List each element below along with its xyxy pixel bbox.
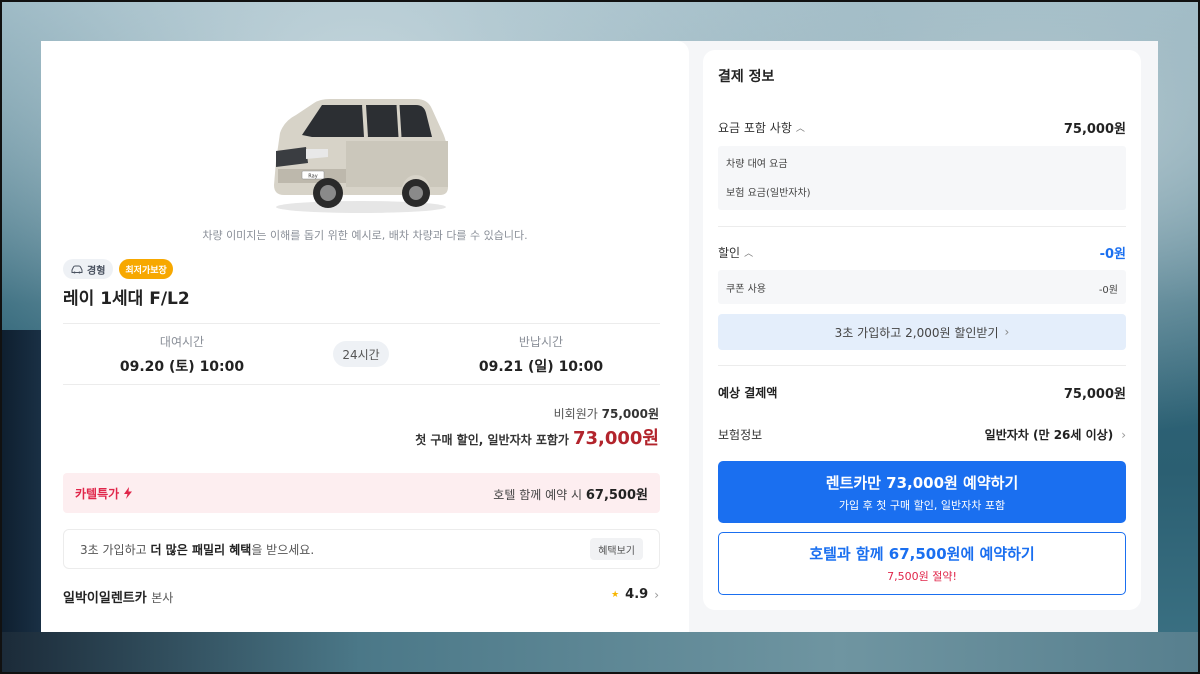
book-rental-main: 렌트카만 73,000원 예약하기 bbox=[825, 473, 1019, 492]
cartel-label-group: 카텔특가 bbox=[75, 485, 133, 502]
family-text-bold: 더 많은 패밀리 혜택 bbox=[150, 542, 252, 557]
chevron-right-icon: › bbox=[654, 587, 659, 602]
insurance-value: 일반자차 (만 26세 이상) bbox=[984, 428, 1114, 442]
estimated-value: 75,000원 bbox=[1063, 387, 1126, 402]
family-text-pre: 3초 가입하고 bbox=[80, 542, 151, 557]
hotel-bundle-text: 호텔 함께 예약 시 bbox=[493, 487, 583, 502]
insurance-row[interactable]: 보험정보 일반자차 (만 26세 이상) › bbox=[718, 426, 1126, 443]
discount-label: 할인 bbox=[718, 246, 741, 260]
view-benefits-button[interactable]: 혜택보기 bbox=[590, 538, 643, 560]
included-items-box: 차량 대여 요금 보험 요금(일반자차) bbox=[718, 146, 1126, 210]
image-disclaimer: 차량 이미지는 이해를 돕기 위한 예시로, 배차 차량과 다를 수 있습니다. bbox=[202, 229, 528, 242]
hotel-bundle-price: 호텔 함께 예약 시 67,500원 bbox=[493, 484, 648, 503]
insurance-value-group: 일반자차 (만 26세 이상) › bbox=[985, 426, 1126, 443]
family-text-post: 을 받으세요. bbox=[251, 542, 315, 557]
return-value: 09.21 (일) 10:00 bbox=[478, 359, 604, 375]
coupon-value: -0원 bbox=[1098, 285, 1118, 296]
included-items-row[interactable]: 요금 포함 사항 ︿ 75,000원 bbox=[718, 118, 1126, 137]
first-purchase-value: 73,000원 bbox=[572, 428, 659, 449]
rental-duration-badge: 24시간 bbox=[333, 341, 389, 367]
cartel-special-banner[interactable]: 카텔특가 호텔 함께 예약 시 67,500원 bbox=[63, 473, 660, 513]
estimated-total-row: 예상 결제액 75,000원 bbox=[718, 383, 1126, 402]
book-hotel-sub: 7,500원 절약! bbox=[887, 570, 957, 583]
payment-info-card: 결제 정보 요금 포함 사항 ︿ 75,000원 차량 대여 요금 보험 요금(… bbox=[703, 50, 1141, 610]
first-purchase-price: 첫 구매 할인, 일반자차 포함가 73,000원 bbox=[415, 424, 659, 450]
discount-row[interactable]: 할인 ︿ -0원 bbox=[718, 243, 1126, 262]
car-icon bbox=[71, 265, 83, 273]
family-benefit-text: 3초 가입하고 더 많은 패밀리 혜택을 받으세요. bbox=[80, 541, 314, 558]
company-branch: 본사 bbox=[151, 591, 174, 605]
non-member-label: 비회원가 bbox=[553, 407, 598, 421]
book-hotel-main: 호텔과 함께 67,500원에 예약하기 bbox=[809, 545, 1035, 563]
car-detail-card: Ray 차량 이미지는 이해를 돕기 위한 예시로, 배차 차량과 다를 수 있… bbox=[41, 41, 689, 632]
chevron-right-icon: › bbox=[1121, 427, 1126, 442]
rating-value: 4.9 bbox=[625, 587, 649, 602]
return-label: 반납시간 bbox=[518, 335, 564, 349]
divider bbox=[718, 226, 1126, 227]
chevron-right-icon: › bbox=[1004, 325, 1010, 339]
included-label: 요금 포함 사항 bbox=[718, 121, 792, 135]
hotel-bundle-value: 67,500원 bbox=[585, 487, 648, 503]
chevron-up-icon: ︿ bbox=[795, 124, 805, 134]
discount-label-group: 할인 ︿ bbox=[718, 244, 753, 261]
book-rental-sub: 가입 후 첫 구매 할인, 일반자차 포함 bbox=[838, 498, 1006, 512]
return-time: 반납시간 09.21 (일) 10:00 bbox=[441, 333, 641, 376]
signup-discount-button[interactable]: 3초 가입하고 2,000원 할인받기 › bbox=[718, 314, 1126, 350]
star-icon: ★ bbox=[611, 589, 620, 600]
lowest-price-badge: 최저가보장 bbox=[119, 259, 173, 279]
chevron-up-icon: ︿ bbox=[744, 249, 754, 259]
included-item: 차량 대여 요금 bbox=[726, 159, 788, 170]
estimated-label: 예상 결제액 bbox=[718, 386, 778, 400]
car-type-label: 경형 bbox=[87, 265, 106, 277]
divider bbox=[63, 323, 660, 324]
coupon-label: 쿠폰 사용 bbox=[726, 284, 766, 295]
background-ground bbox=[0, 632, 1200, 674]
car-type-badge: 경형 bbox=[63, 259, 114, 279]
divider bbox=[63, 384, 660, 385]
discount-value: -0원 bbox=[1099, 247, 1126, 262]
non-member-value: 75,000원 bbox=[601, 407, 659, 421]
first-purchase-label: 첫 구매 할인, 일반자차 포함가 bbox=[415, 433, 569, 447]
car-name: 레이 1세대 F/L2 bbox=[63, 289, 190, 309]
company-name-text: 일박이일렌트카 bbox=[63, 591, 147, 606]
coupon-box: 쿠폰 사용 -0원 bbox=[718, 270, 1126, 304]
book-rental-only-button[interactable]: 렌트카만 73,000원 예약하기 가입 후 첫 구매 할인, 일반자차 포함 bbox=[718, 461, 1126, 523]
pickup-value: 09.20 (토) 10:00 bbox=[119, 359, 245, 375]
cartel-label: 카텔특가 bbox=[75, 486, 120, 501]
family-benefit-banner: 3초 가입하고 더 많은 패밀리 혜택을 받으세요. 혜택보기 bbox=[63, 529, 660, 569]
pickup-time: 대여시간 09.20 (토) 10:00 bbox=[82, 333, 282, 376]
license-plate-text: Ray bbox=[308, 174, 317, 180]
insurance-label: 보험정보 bbox=[718, 428, 763, 442]
non-member-price: 비회원가 75,000원 bbox=[554, 405, 659, 422]
promo-text: 3초 가입하고 2,000원 할인받기 bbox=[834, 325, 999, 340]
included-label-group: 요금 포함 사항 ︿ bbox=[718, 119, 805, 136]
company-rating[interactable]: ★ 4.9 › bbox=[611, 587, 659, 602]
divider bbox=[718, 365, 1126, 366]
badge-group: 경형 최저가보장 bbox=[63, 259, 173, 279]
car-image: Ray bbox=[274, 99, 448, 213]
included-value: 75,000원 bbox=[1063, 122, 1126, 137]
included-item: 보험 요금(일반자차) bbox=[726, 188, 811, 199]
payment-title: 결제 정보 bbox=[718, 69, 775, 85]
company-name[interactable]: 일박이일렌트카 본사 bbox=[63, 587, 173, 606]
book-with-hotel-button[interactable]: 호텔과 함께 67,500원에 예약하기 7,500원 절약! bbox=[718, 532, 1126, 595]
lightning-icon bbox=[124, 487, 133, 499]
pickup-label: 대여시간 bbox=[159, 335, 205, 349]
